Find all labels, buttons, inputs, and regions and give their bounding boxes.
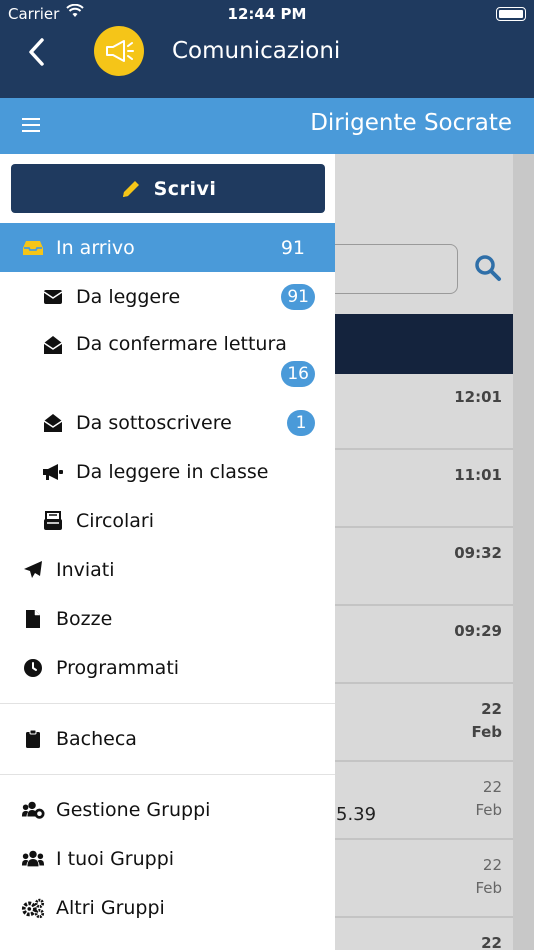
file-icon — [21, 607, 45, 631]
drawer-item-label: Da leggere — [76, 285, 181, 308]
drawer-item-label: Bacheca — [56, 727, 137, 750]
drawer-item-label: Bozze — [56, 607, 113, 630]
search-icon[interactable] — [474, 254, 502, 286]
sign-badge: 1 — [287, 409, 315, 436]
megaphone-app-icon — [94, 26, 144, 76]
paper-plane-icon — [21, 558, 45, 582]
drawer-item-label: Circolari — [76, 509, 155, 532]
page-title: Comunicazioni — [172, 38, 341, 64]
drawer-item-read-in-class[interactable]: Da leggere in classe — [0, 447, 335, 496]
drawer-item-label: Da sottoscrivere — [76, 411, 232, 434]
message-time: 09:32 — [454, 544, 502, 562]
unread-badge: 91 — [281, 283, 315, 310]
drawer-item-sent[interactable]: Inviati — [0, 545, 335, 594]
inbox-count: 91 — [280, 236, 305, 259]
drawer-divider — [0, 774, 335, 775]
message-time: 09:29 — [454, 622, 502, 640]
pencil-icon — [122, 180, 139, 197]
drawer-item-label: Gestione Gruppi — [56, 798, 211, 821]
drawer-item-to-sign[interactable]: Da sottoscrivere 1 — [0, 398, 335, 447]
message-date: 22 Feb — [475, 856, 502, 897]
back-button[interactable] — [22, 36, 54, 68]
drawer-item-my-groups[interactable]: I tuoi Gruppi — [0, 834, 335, 883]
envelope-icon — [41, 285, 65, 309]
compose-button[interactable]: Scrivi — [11, 164, 325, 213]
envelope-open-icon — [41, 411, 65, 435]
message-time: 11:01 — [454, 466, 502, 484]
confirm-badge: 16 — [281, 361, 315, 387]
drawer-item-label: Programmati — [56, 656, 180, 679]
drawer-item-label: In arrivo — [56, 236, 135, 259]
chevron-left-icon — [29, 38, 44, 66]
drawer-item-circulars[interactable]: Circolari — [0, 496, 335, 545]
drawer-item-inbox[interactable]: In arrivo 91 — [0, 223, 335, 272]
mail-bulk-icon — [41, 509, 65, 533]
users-icon — [21, 847, 45, 871]
drawer-item-groups-manage[interactable]: Gestione Gruppi — [0, 785, 335, 834]
drawer-item-drafts[interactable]: Bozze — [0, 594, 335, 643]
drawer-divider — [0, 703, 335, 704]
message-date: 22 Feb — [475, 778, 502, 819]
megaphone-icon — [41, 460, 65, 484]
drawer-item-board[interactable]: Bacheca — [0, 714, 335, 763]
users-cog-icon — [21, 798, 45, 822]
sub-header-bar: Dirigente Socrate — [0, 98, 534, 154]
drawer-item-label: Da confermare lettura — [76, 333, 287, 355]
inbox-tray-icon — [21, 236, 45, 260]
message-time: 12:01 — [454, 388, 502, 406]
battery-icon — [496, 7, 526, 21]
side-drawer: Scrivi In arrivo 91 Da leggere 91 Da con… — [0, 154, 335, 950]
drawer-item-label: I tuoi Gruppi — [56, 847, 175, 870]
cogs-icon — [21, 896, 45, 920]
message-snippet: 5.39 — [336, 804, 377, 825]
drawer-item-scheduled[interactable]: Programmati — [0, 643, 335, 692]
clipboard-icon — [21, 727, 45, 751]
envelope-open-icon — [41, 333, 65, 357]
hamburger-menu-icon[interactable] — [22, 118, 40, 134]
drawer-item-label: Altri Gruppi — [56, 896, 165, 919]
clock-icon — [21, 656, 45, 680]
message-date: 22 — [481, 934, 502, 950]
nav-bar: Comunicazioni — [0, 26, 534, 98]
clock: 12:44 PM — [227, 5, 307, 23]
status-bar: Carrier 12:44 PM — [0, 0, 534, 28]
message-date: 22 Feb — [471, 700, 502, 741]
scroll-edge — [513, 154, 534, 950]
user-name: Dirigente Socrate — [310, 110, 512, 136]
drawer-item-to-confirm[interactable]: Da confermare lettura 16 — [0, 321, 335, 391]
drawer-item-label: Inviati — [56, 558, 115, 581]
compose-label: Scrivi — [153, 177, 217, 200]
drawer-item-label: Da leggere in classe — [76, 460, 269, 483]
drawer-item-other-groups[interactable]: Altri Gruppi — [0, 883, 335, 932]
drawer-item-to-read[interactable]: Da leggere 91 — [0, 272, 335, 321]
